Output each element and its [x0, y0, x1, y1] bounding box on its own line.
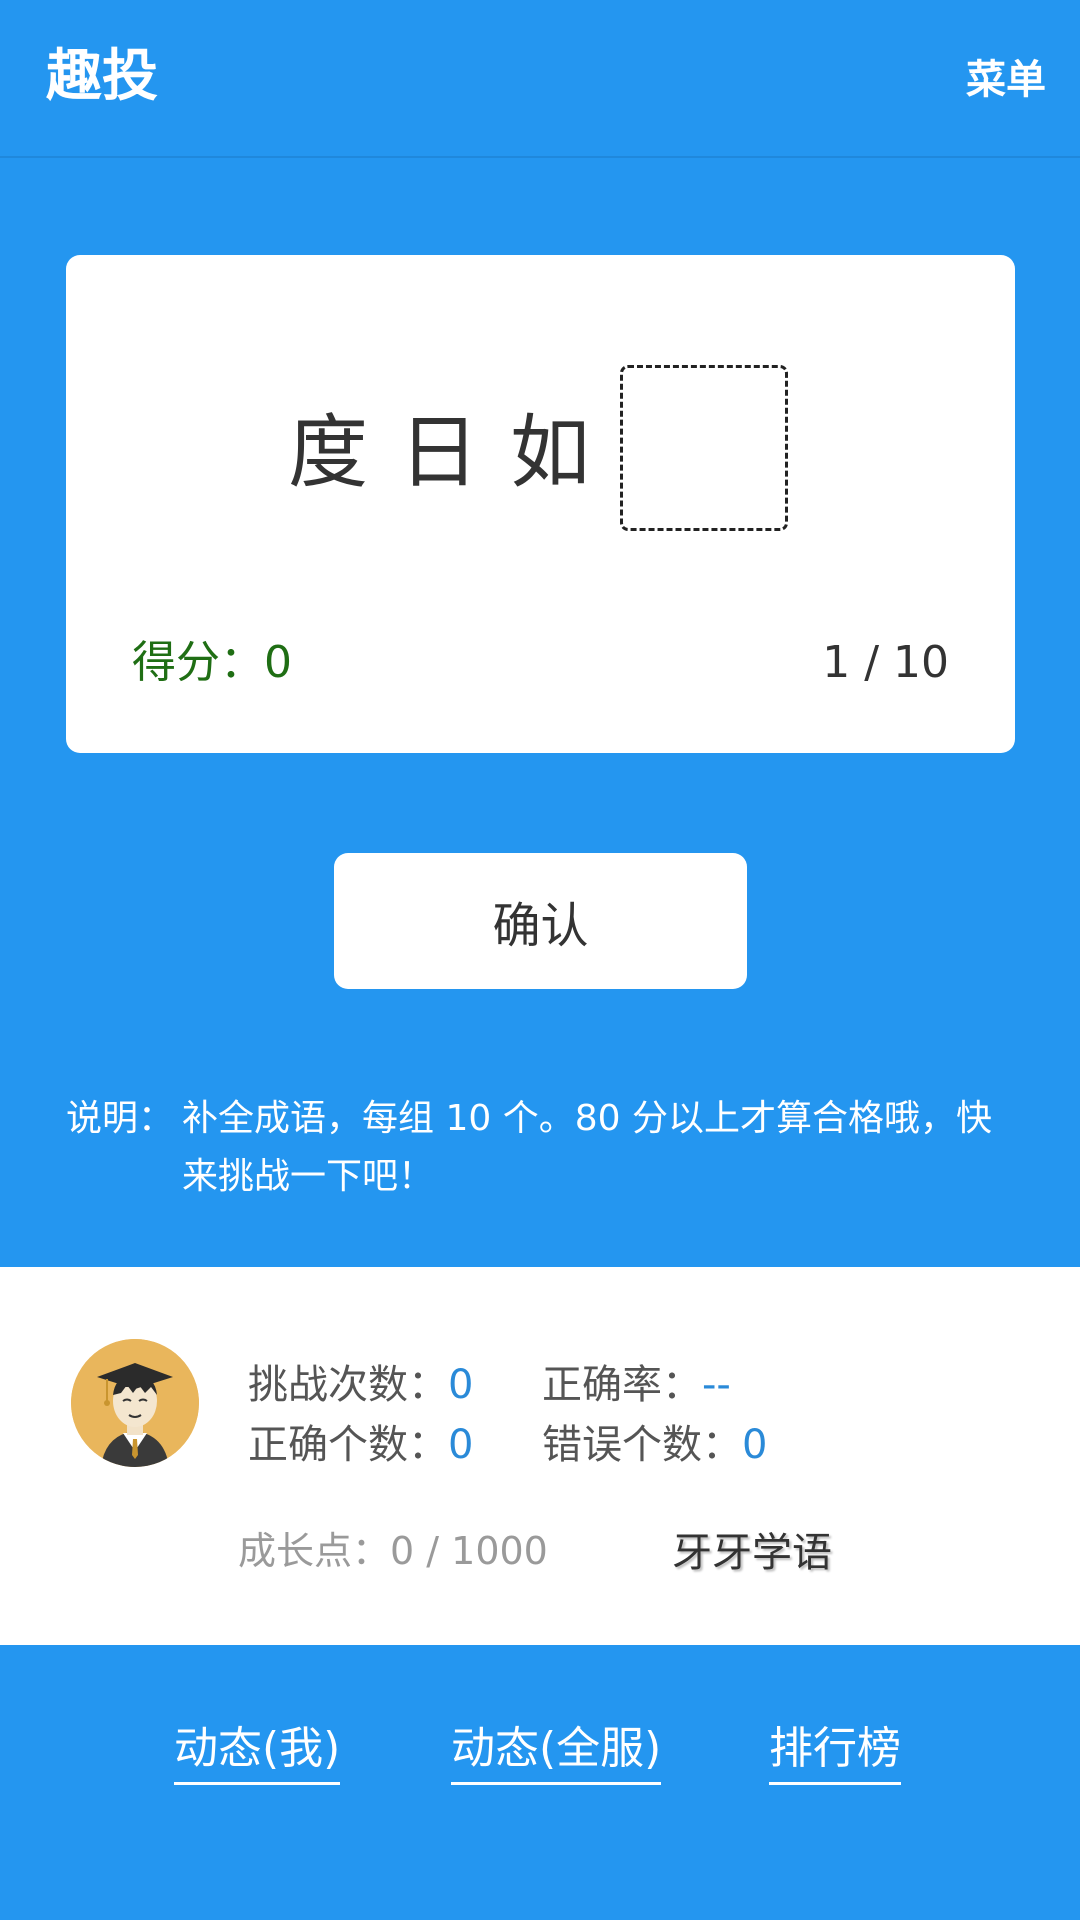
global-feed-link[interactable]: 动态(全服)	[451, 1718, 662, 1785]
score-label: 得分：	[132, 637, 264, 688]
question-progress: 1 / 10	[822, 637, 949, 688]
challenge-count-value: 0	[448, 1362, 474, 1408]
growth-label: 成长点：	[238, 1529, 391, 1573]
app-header: 趣投 菜单	[0, 0, 1080, 158]
confirm-button[interactable]: 确认	[334, 853, 747, 989]
wrong-count-value: 0	[742, 1422, 768, 1468]
score: 得分：0	[132, 633, 292, 693]
graduate-avatar-icon	[71, 1339, 199, 1467]
instructions-text: 补全成语，每组 10 个。80 分以上才算合格哦，快来挑战一下吧！	[182, 1098, 992, 1197]
idiom-char-3: 如	[510, 406, 590, 499]
correct-count-value: 0	[448, 1422, 474, 1468]
level-title: 牙牙学语	[672, 1530, 832, 1576]
growth-value: 0 / 1000	[390, 1529, 548, 1573]
menu-button[interactable]: 菜单	[966, 52, 1046, 108]
wrong-count-label: 错误个数：	[542, 1422, 742, 1468]
accuracy: 正确率：--	[542, 1357, 731, 1413]
accuracy-value: --	[702, 1362, 731, 1408]
accuracy-label: 正确率：	[542, 1362, 702, 1408]
answer-input[interactable]	[620, 365, 788, 531]
idiom-row: 度 日 如	[66, 365, 1015, 535]
wrong-count: 错误个数：0	[542, 1417, 767, 1473]
quiz-card: 度 日 如 得分：0 1 / 10	[66, 255, 1015, 753]
score-value: 0	[264, 637, 292, 688]
leaderboard-link[interactable]: 排行榜	[769, 1718, 901, 1785]
idiom-char-2: 日	[399, 406, 479, 499]
challenge-count-label: 挑战次数：	[248, 1362, 448, 1408]
correct-count-label: 正确个数：	[248, 1422, 448, 1468]
challenge-count: 挑战次数：0	[248, 1357, 473, 1413]
idiom-char-1: 度	[288, 406, 368, 499]
stats-panel: 挑战次数：0 正确率：-- 正确个数：0 错误个数：0 成长点：0 / 1000…	[0, 1267, 1080, 1645]
app-title: 趣投	[46, 44, 158, 109]
growth-points: 成长点：0 / 1000	[238, 1523, 548, 1579]
instructions-label: 说明：	[66, 1098, 175, 1139]
correct-count: 正确个数：0	[248, 1417, 473, 1473]
my-feed-link[interactable]: 动态(我)	[174, 1718, 341, 1785]
